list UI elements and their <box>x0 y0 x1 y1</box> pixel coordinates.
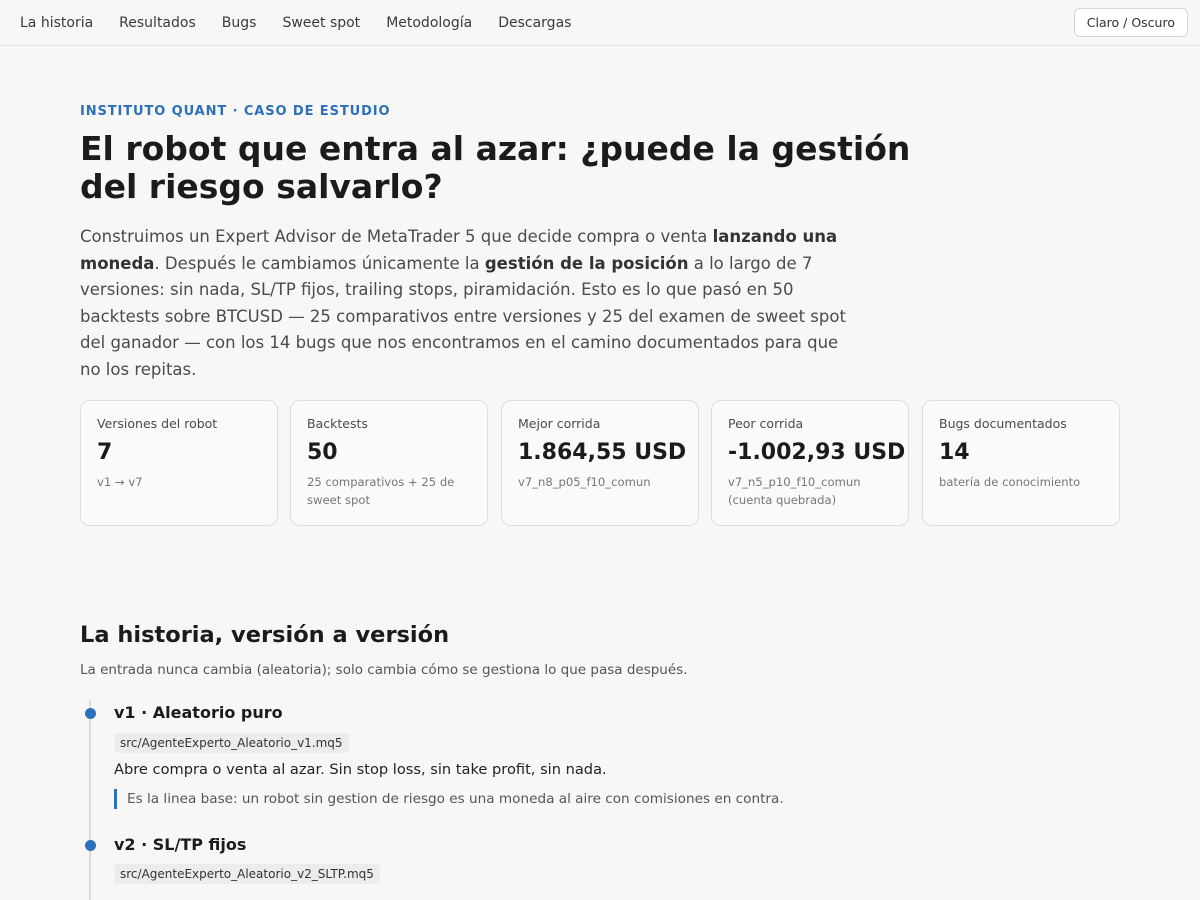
stat-card-backtests: Backtests 50 25 comparativos + 25 de swe… <box>290 400 488 526</box>
history-section-subtitle: La entrada nunca cambia (aleatoria); sol… <box>80 662 688 678</box>
lead-emphasis: gestión de la posición <box>484 253 689 273</box>
lead-paragraph: Construimos un Expert Advisor de MetaTra… <box>80 224 850 384</box>
nav-link-bugs[interactable]: Bugs <box>222 15 257 31</box>
stat-label: Peor corrida <box>728 416 804 431</box>
stat-card-best-run: Mejor corrida 1.864,55 USD v7_n8_p05_f10… <box>501 400 699 526</box>
theme-toggle-button[interactable]: Claro / Oscuro <box>1073 8 1188 37</box>
timeline-dot <box>85 840 96 851</box>
stat-card-versions: Versiones del robot 7 v1 → v7 <box>80 400 278 526</box>
eyebrow-label: INSTITUTO QUANT · CASO DE ESTUDIO <box>80 104 391 119</box>
version-file-v1: src/AgenteExperto_Aleatorio_v1.mq5 <box>114 733 349 753</box>
stat-sub: batería de conocimiento <box>939 475 1081 489</box>
version-description-v1: Abre compra o venta al azar. Sin stop lo… <box>114 761 607 778</box>
nav-link-la-historia[interactable]: La historia <box>20 15 93 31</box>
version-title-v1: v1 · Aleatorio puro <box>114 703 283 722</box>
stat-sub: v1 → v7 <box>97 475 143 489</box>
page-title: El robot que entra al azar: ¿puede la ge… <box>80 129 911 206</box>
history-section-title: La historia, versión a versión <box>80 622 450 648</box>
stat-card-worst-run: Peor corrida -1.002,93 USD v7_n5_p10_f10… <box>711 400 909 526</box>
nav-links: La historia Resultados Bugs Sweet spot M… <box>20 0 597 45</box>
timeline-line <box>89 700 91 900</box>
nav-link-metodologia[interactable]: Metodología <box>386 15 472 31</box>
stat-value: 14 <box>939 440 970 465</box>
nav-link-sweet-spot[interactable]: Sweet spot <box>282 15 360 31</box>
top-navigation: La historia Resultados Bugs Sweet spot M… <box>0 0 1200 46</box>
lead-text: . Después le cambiamos únicamente la <box>154 253 485 273</box>
lead-text: Construimos un Expert Advisor de MetaTra… <box>80 227 713 246</box>
timeline-dot <box>85 708 96 719</box>
version-note-v1: Es la linea base: un robot sin gestion d… <box>114 789 784 809</box>
stat-label: Mejor corrida <box>518 416 601 431</box>
stat-sub: v7_n8_p05_f10_comun <box>518 475 651 489</box>
nav-link-descargas[interactable]: Descargas <box>498 15 571 31</box>
stat-sub: v7_n5_p10_f10_comun (cuenta quebrada) <box>728 475 861 507</box>
stat-label: Bugs documentados <box>939 416 1067 431</box>
stat-sub: 25 comparativos + 25 de sweet spot <box>307 475 455 507</box>
nav-link-resultados[interactable]: Resultados <box>119 15 196 31</box>
stat-value: -1.002,93 USD <box>728 440 906 465</box>
stat-value: 50 <box>307 440 338 465</box>
stat-value: 1.864,55 USD <box>518 440 687 465</box>
stat-card-bugs: Bugs documentados 14 batería de conocimi… <box>922 400 1120 526</box>
version-title-v2: v2 · SL/TP fijos <box>114 835 247 854</box>
version-file-v2: src/AgenteExperto_Aleatorio_v2_SLTP.mq5 <box>114 864 380 884</box>
stat-label: Backtests <box>307 416 368 431</box>
stat-label: Versiones del robot <box>97 416 218 431</box>
stat-value: 7 <box>97 440 113 465</box>
